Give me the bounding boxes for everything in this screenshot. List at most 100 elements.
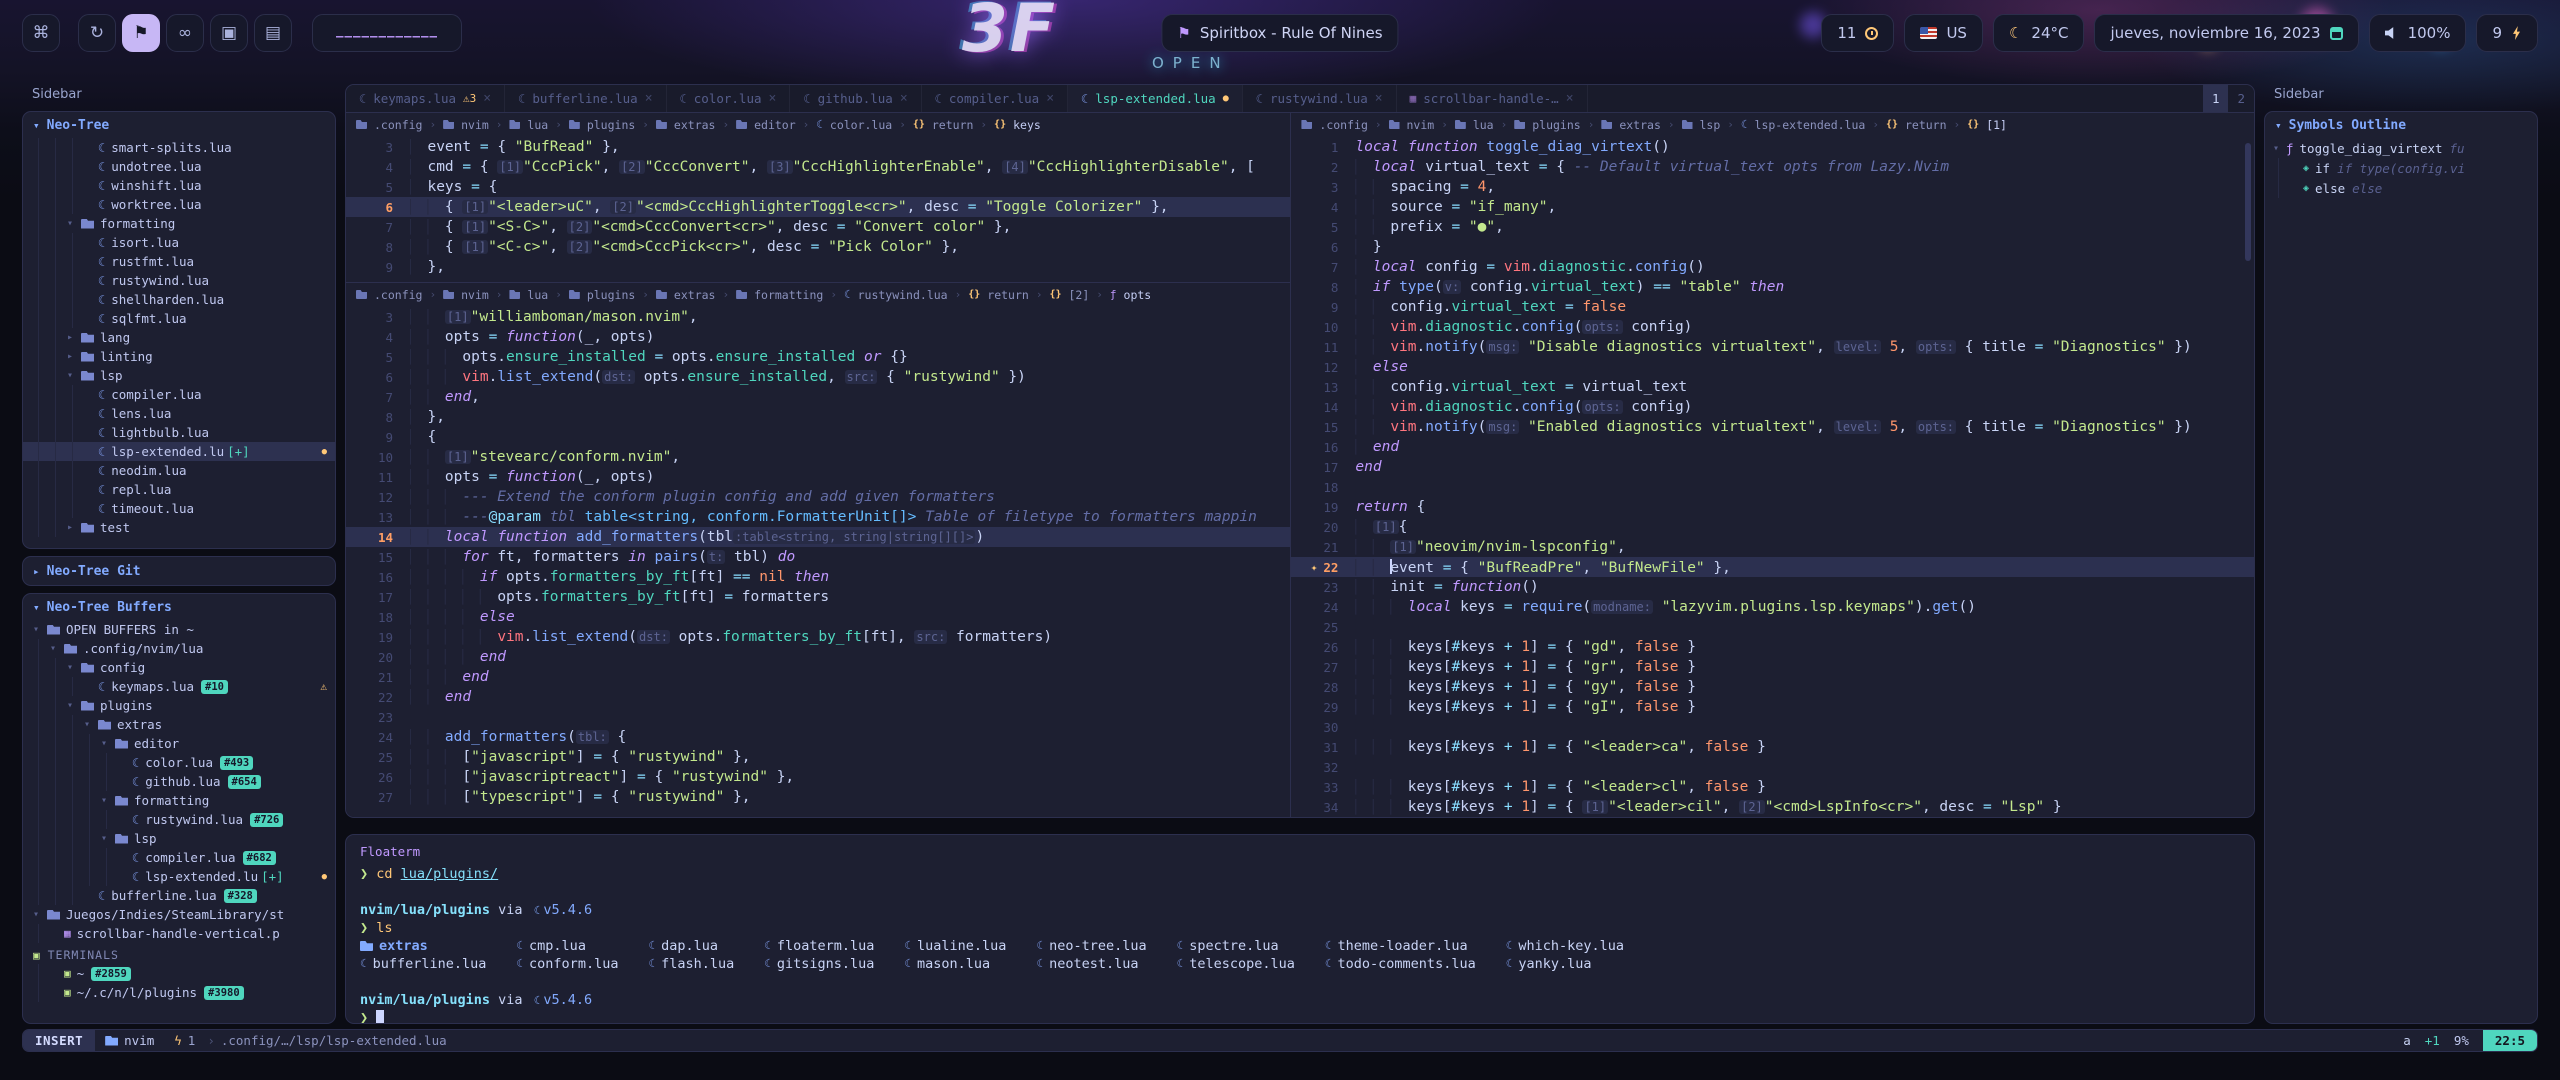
code-line[interactable]: 16▏ end	[1291, 437, 2254, 457]
breadcrumb-item[interactable]: keys	[1013, 118, 1041, 132]
code-area[interactable]: 3▏ event = { "BufRead" },4▏ cmd = { [1]"…	[346, 136, 1290, 282]
ls-entry-gitsigns-lua[interactable]: ☾gitsigns.lua	[764, 955, 874, 973]
breadcrumb-item[interactable]: return	[987, 288, 1029, 302]
date-widget[interactable]: jueves, noviembre 16, 2023	[2094, 14, 2358, 52]
buffers-folder-open-buffers-in[interactable]: ▾OPEN BUFFERS in ~	[23, 620, 335, 639]
code-line[interactable]: 18▏ ▏ ▏ ▏ else	[346, 607, 1290, 627]
tree-file-worktree-lua[interactable]: ☾worktree.lua	[23, 195, 335, 214]
buffers-file-rustywind-lua[interactable]: ☾rustywind.lua#726	[23, 810, 335, 829]
code-line[interactable]: 25	[1291, 617, 2254, 637]
code-area[interactable]: 1local function toggle_diag_virtext()2▏ …	[1291, 136, 2254, 817]
outline-item-else[interactable]: ◈elseelse	[2265, 178, 2537, 198]
code-line[interactable]: 19▏ ▏ ▏ ▏ ▏ vim.list_extend(dst: opts.fo…	[346, 627, 1290, 647]
code-line[interactable]: 13▏ ▏ ▏ ---@param tbl table<string, conf…	[346, 507, 1290, 527]
tree-file-compiler-lua[interactable]: ☾compiler.lua	[23, 385, 335, 404]
breadcrumb-item[interactable]: plugins	[587, 118, 635, 132]
statusline-jump[interactable]: ϟ 1	[164, 1033, 205, 1048]
ls-entry-yanky-lua[interactable]: ☾yanky.lua	[1506, 955, 1624, 973]
code-line[interactable]: 21▏ ▏ [1]"neovim/nvim-lspconfig",	[1291, 537, 2254, 557]
breadcrumb-item[interactable]: nvim	[461, 288, 489, 302]
breadcrumb-item[interactable]: [2]	[1069, 288, 1090, 302]
breadcrumb-item[interactable]: lsp-extended.lua	[1755, 118, 1866, 132]
tree-folder-test[interactable]: ▸test	[23, 518, 335, 537]
code-line[interactable]: 30	[1291, 717, 2254, 737]
buffers-folder-extras[interactable]: ▾extras	[23, 715, 335, 734]
ls-entry-floaterm-lua[interactable]: ☾floaterm.lua	[764, 937, 874, 955]
buffers-file-keymaps-lua[interactable]: ☾keymaps.lua#10⚠	[23, 677, 335, 696]
buffer-tab-compiler-lua[interactable]: ☾compiler.lua×	[922, 85, 1068, 112]
code-line[interactable]: 4▏ cmd = { [1]"CccPick", [2]"CccConvert"…	[346, 157, 1290, 177]
battery-widget[interactable]: 9	[2476, 14, 2538, 52]
code-line[interactable]: 22▏ ▏ end	[346, 687, 1290, 707]
code-line[interactable]: 25▏ ▏ ▏ ["javascript"] = { "rustywind" }…	[346, 747, 1290, 767]
close-icon[interactable]: ×	[483, 91, 491, 106]
buffers-folder-formatting[interactable]: ▾formatting	[23, 791, 335, 810]
breadcrumb-item[interactable]: .config	[374, 288, 422, 302]
code-line[interactable]: ✦22▏ ▏ event = { "BufReadPre", "BufNewFi…	[1291, 557, 2254, 577]
code-line[interactable]: 5▏ ▏ ▏ opts.ensure_installed = opts.ensu…	[346, 347, 1290, 367]
breadcrumb-item[interactable]: extras	[1619, 118, 1661, 132]
tree-file-undotree-lua[interactable]: ☾undotree.lua	[23, 157, 335, 176]
code-line[interactable]: 3▏ event = { "BufRead" },	[346, 137, 1290, 157]
now-playing-widget[interactable]: ⚑ Spiritbox - Rule Of Nines	[1161, 14, 1398, 52]
breadcrumb-item[interactable]: return	[1905, 118, 1947, 132]
breadcrumb-item[interactable]: extras	[674, 118, 716, 132]
code-line[interactable]: 3▏ ▏ [1]"williamboman/mason.nvim",	[346, 307, 1290, 327]
statusline-project[interactable]: nvim	[95, 1033, 164, 1048]
buffer-tab-bufferline-lua[interactable]: ☾bufferline.lua×	[505, 85, 666, 112]
breadcrumb-item[interactable]: editor	[754, 118, 796, 132]
code-line[interactable]: 11▏ ▏ vim.notify(msg: "Disable diagnosti…	[1291, 337, 2254, 357]
code-line[interactable]: 32	[1291, 757, 2254, 777]
code-line[interactable]: 7▏ ▏ end,	[346, 387, 1290, 407]
code-line[interactable]: 4▏ ▏ source = "if_many",	[1291, 197, 2254, 217]
breadcrumb-item[interactable]: lua	[1473, 118, 1494, 132]
code-line[interactable]: 9▏ {	[346, 427, 1290, 447]
ls-entry-bufferline-lua[interactable]: ☾bufferline.lua	[360, 955, 486, 973]
code-line[interactable]: 14▏ ▏ local function add_formatters(tbl:…	[346, 527, 1290, 547]
ls-entry-lualine-lua[interactable]: ☾lualine.lua	[904, 937, 1006, 955]
tree-file-winshift-lua[interactable]: ☾winshift.lua	[23, 176, 335, 195]
tab-number-2[interactable]: 2	[2228, 85, 2254, 112]
breadcrumb-item[interactable]: return	[932, 118, 974, 132]
breadcrumb[interactable]: .config›nvim›lua›plugins›extras›formatti…	[346, 283, 1290, 306]
tree-file-timeout-lua[interactable]: ☾timeout.lua	[23, 499, 335, 518]
close-icon[interactable]: ×	[1375, 91, 1383, 106]
outline-item-if[interactable]: ◈ifif type(config.vi	[2265, 158, 2537, 178]
tree-file-repl-lua[interactable]: ☾repl.lua	[23, 480, 335, 499]
neotree-git-header[interactable]: ▸ Neo-Tree Git	[23, 558, 335, 584]
code-line[interactable]: 15▏ ▏ vim.notify(msg: "Enabled diagnosti…	[1291, 417, 2254, 437]
code-line[interactable]: 33▏ ▏ ▏ keys[#keys + 1] = { "<leader>cl"…	[1291, 777, 2254, 797]
breadcrumb-item[interactable]: lua	[527, 288, 548, 302]
scrollbar-handle[interactable]	[2245, 143, 2251, 261]
buffers-file-scrollbar-handle-vertical-p[interactable]: ▦scrollbar-handle-vertical.p	[23, 924, 335, 943]
code-line[interactable]: 24▏ ▏ ▏ local keys = require(modname: "l…	[1291, 597, 2254, 617]
buffer-tab-lsp-extended-lua[interactable]: ☾lsp-extended.lua●	[1068, 85, 1243, 112]
tree-file-lens-lua[interactable]: ☾lens.lua	[23, 404, 335, 423]
code-line[interactable]: 24▏ ▏ add_formatters(tbl: {	[346, 727, 1290, 747]
code-line[interactable]: 27▏ ▏ ▏ ["typescript"] = { "rustywind" }…	[346, 787, 1290, 807]
code-line[interactable]: 26▏ ▏ ▏ ["javascriptreact"] = { "rustywi…	[346, 767, 1290, 787]
close-icon[interactable]: ×	[645, 91, 653, 106]
code-line[interactable]: 14▏ ▏ vim.diagnostic.config(opts: config…	[1291, 397, 2254, 417]
close-icon[interactable]: ×	[769, 91, 777, 106]
buffers-folder-plugins[interactable]: ▾plugins	[23, 696, 335, 715]
code-line[interactable]: 4▏ ▏ opts = function(_, opts)	[346, 327, 1290, 347]
buffer-tab-keymaps-lua[interactable]: ☾keymaps.lua⚠3×	[346, 85, 505, 112]
ls-entry-spectre-lua[interactable]: ☾spectre.lua	[1177, 937, 1295, 955]
breadcrumb-item[interactable]: nvim	[461, 118, 489, 132]
ls-entry-flash-lua[interactable]: ☾flash.lua	[648, 955, 734, 973]
ls-entry-theme-loader-lua[interactable]: ☾theme-loader.lua	[1325, 937, 1476, 955]
workspace-notes-button[interactable]: ▤	[254, 14, 292, 52]
buffers-file-bufferline-lua[interactable]: ☾bufferline.lua#328	[23, 886, 335, 905]
buffers-folder-config-nvim-lua[interactable]: ▾.config/nvim/lua	[23, 639, 335, 658]
breadcrumb-item[interactable]: lsp	[1700, 118, 1721, 132]
workspace-flag-button[interactable]: ⚑	[122, 14, 160, 52]
breadcrumb-item[interactable]: .config	[374, 118, 422, 132]
buffer-tab-github-lua[interactable]: ☾github.lua×	[790, 85, 921, 112]
tree-file-rustfmt-lua[interactable]: ☾rustfmt.lua	[23, 252, 335, 271]
code-line[interactable]: 8▏ ▏ { [1]"<C-c>", [2]"<cmd>CccPick<cr>"…	[346, 237, 1290, 257]
ls-entry-which-key-lua[interactable]: ☾which-key.lua	[1506, 937, 1624, 955]
code-line[interactable]: 11▏ ▏ opts = function(_, opts)	[346, 467, 1290, 487]
code-line[interactable]: 21▏ ▏ ▏ end	[346, 667, 1290, 687]
buffers-file-color-lua[interactable]: ☾color.lua#493	[23, 753, 335, 772]
